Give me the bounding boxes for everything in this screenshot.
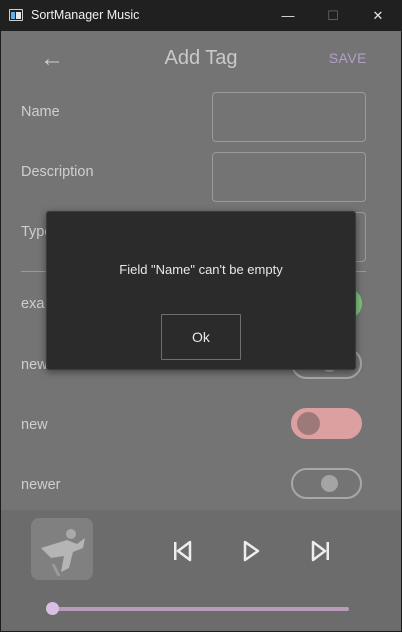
- window-title: SortManager Music: [31, 8, 140, 22]
- previous-track-icon[interactable]: [169, 538, 195, 564]
- window-titlebar: SortManager Music — ☐ ✕: [0, 0, 402, 31]
- tag-toggle-3[interactable]: [291, 408, 362, 439]
- toggle-knob: [321, 475, 338, 492]
- save-button[interactable]: SAVE: [329, 50, 367, 66]
- name-label: Name: [21, 104, 60, 120]
- tag-label-2: new: [21, 357, 48, 373]
- progress-slider[interactable]: [49, 607, 349, 611]
- description-field[interactable]: [212, 152, 366, 202]
- page-header: ← Add Tag SAVE: [1, 31, 401, 87]
- toggle-knob: [297, 412, 320, 435]
- play-icon[interactable]: [238, 538, 264, 564]
- music-player: [1, 510, 401, 631]
- ok-button[interactable]: Ok: [161, 314, 241, 360]
- app-icon: [9, 9, 23, 21]
- description-label: Description: [21, 164, 94, 180]
- dialog-message: Field "Name" can't be empty: [119, 262, 283, 277]
- maximize-button[interactable]: ☐: [310, 0, 356, 31]
- name-field[interactable]: [212, 92, 366, 142]
- tag-label-4: newer: [21, 477, 61, 493]
- tag-toggle-4[interactable]: [291, 468, 362, 499]
- album-art[interactable]: [31, 518, 93, 580]
- minimize-button[interactable]: —: [265, 0, 311, 31]
- close-button[interactable]: ✕: [355, 0, 401, 31]
- error-dialog: Field "Name" can't be empty Ok: [46, 211, 356, 370]
- tag-label-1: exa: [21, 296, 45, 312]
- progress-slider-thumb[interactable]: [46, 602, 59, 615]
- tag-label-3: new: [21, 417, 48, 433]
- next-track-icon[interactable]: [308, 538, 334, 564]
